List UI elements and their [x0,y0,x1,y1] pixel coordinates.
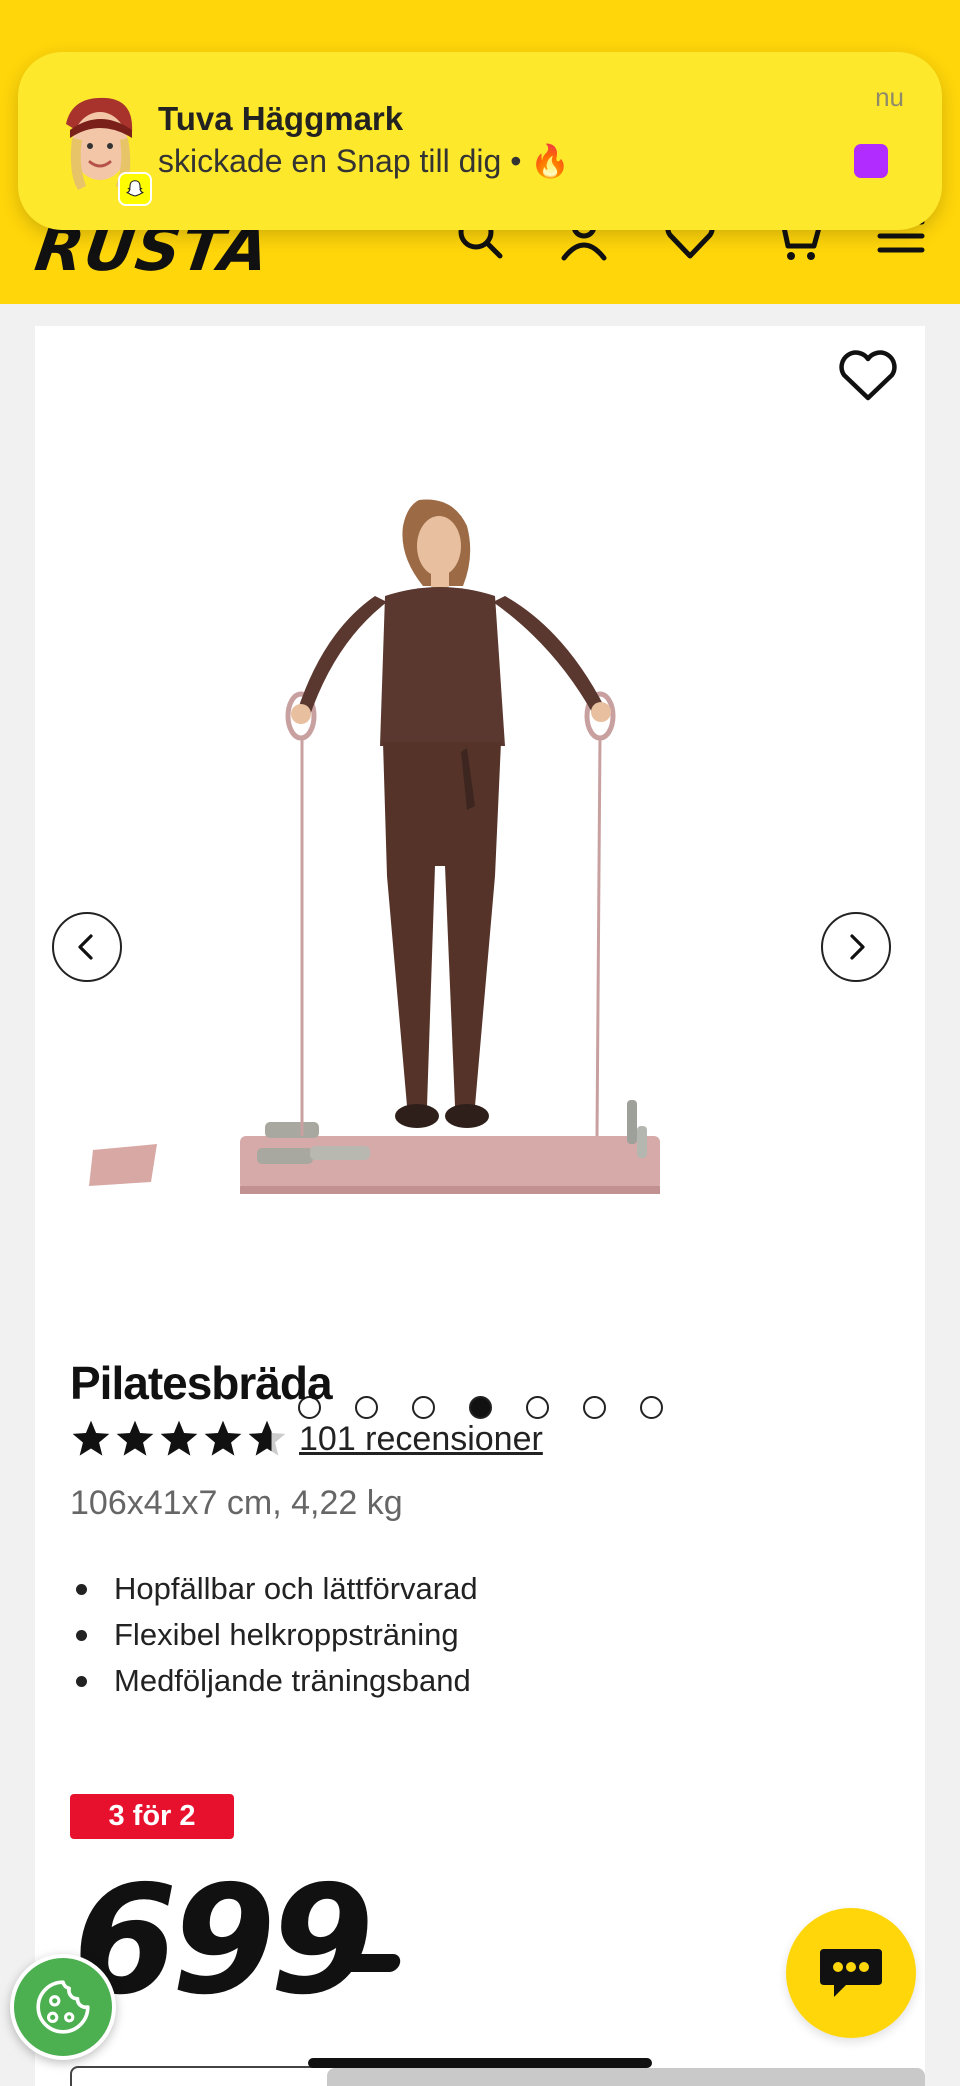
gallery-dot[interactable] [582,1396,606,1419]
notification-sender: Tuva Häggmark [158,100,404,137]
cookie-settings-button[interactable] [10,1954,116,2060]
gallery-dot[interactable] [639,1396,663,1419]
gallery-prev-button[interactable] [52,912,122,982]
star-icon [116,1420,154,1456]
star-icon [204,1420,242,1456]
chevron-left-icon [78,934,93,960]
notification-thumbnail [854,144,888,178]
quantity-selector[interactable] [70,2066,344,2086]
push-notification[interactable]: Tuva Häggmark skickade en Snap till dig … [18,52,942,230]
notification-time: nu [875,82,904,112]
product-title: Pilatesbräda [70,1357,333,1409]
feature-item: Medföljande träningsband [70,1658,478,1704]
product-image [89,499,660,1194]
feature-item: Flexibel helkroppsträning [70,1612,478,1658]
snapchat-ghost-icon [118,172,152,206]
home-indicator [308,2058,652,2068]
promo-badge: 3 för 2 [70,1794,234,1839]
price-dash [338,1954,402,1972]
reviews-link[interactable]: 101 recensioner [299,1420,543,1459]
gallery-dot-active[interactable] [468,1396,492,1419]
chevron-right-icon [850,934,865,960]
feature-list: Hopfällbar och lättförvarad Flexibel hel… [70,1566,478,1704]
half-star-icon [248,1420,286,1456]
add-to-cart-button[interactable] [327,2068,925,2086]
star-rating [70,1418,288,1460]
cookie-icon [36,1980,90,2034]
gallery-dot[interactable] [411,1396,435,1419]
product-card: Pilatesbräda 101 recensioner 106x41x7 cm… [35,326,925,2086]
product-dimensions: 106x41x7 cm, 4,22 kg [70,1484,403,1522]
product-price: 699 [73,1854,374,2028]
product-image-gallery[interactable] [35,446,925,1496]
gallery-dot[interactable] [354,1396,378,1419]
chat-bubble-icon [820,1949,882,1997]
notification-message: skickade en Snap till dig • 🔥 [158,143,571,179]
gallery-dot[interactable] [525,1396,549,1419]
star-icon [160,1420,198,1456]
favorite-heart-icon[interactable] [835,346,901,406]
star-icon [72,1420,110,1456]
feature-item: Hopfällbar och lättförvarad [70,1566,478,1612]
gallery-next-button[interactable] [821,912,891,982]
chat-button[interactable] [786,1908,916,2038]
